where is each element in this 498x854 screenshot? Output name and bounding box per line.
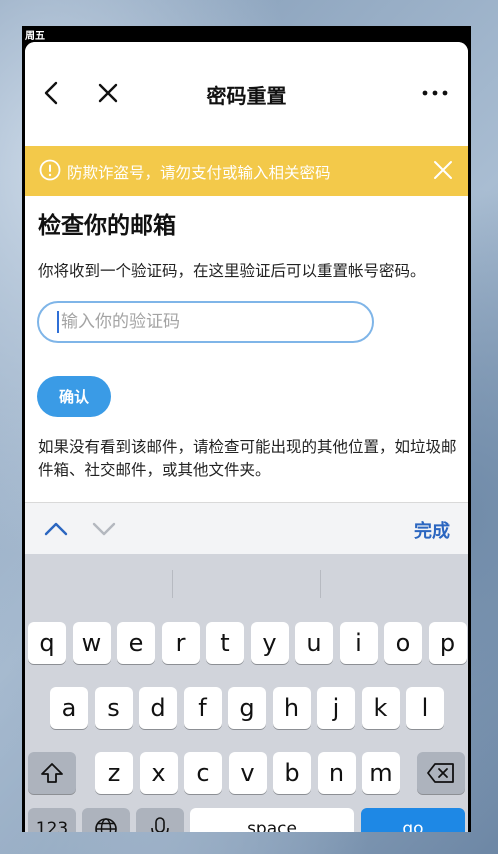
page-title: 密码重置	[206, 84, 287, 108]
confirm-button[interactable]: 确认	[37, 376, 111, 417]
key-y[interactable]: y	[250, 622, 289, 664]
key-c[interactable]: c	[184, 752, 222, 794]
key-d[interactable]: d	[139, 687, 177, 729]
warning-text: 防欺诈盗号，请勿支付或输入相关密码	[67, 164, 331, 182]
status-bar: 周五	[22, 26, 471, 42]
key-e[interactable]: e	[117, 622, 155, 664]
space-key[interactable]: space	[190, 808, 354, 832]
key-i[interactable]: i	[339, 622, 378, 664]
key-l[interactable]: l	[406, 687, 444, 729]
suggestion-bar	[25, 554, 468, 599]
key-h[interactable]: h	[272, 687, 311, 729]
chevron-up-icon[interactable]	[43, 517, 69, 541]
verification-code-input[interactable]	[37, 301, 374, 343]
anti-fraud-warning-banner: 防欺诈盗号，请勿支付或输入相关密码	[25, 146, 468, 196]
close-banner-icon[interactable]	[432, 159, 454, 181]
suggestion-divider	[172, 570, 173, 598]
globe-icon[interactable]	[82, 808, 130, 832]
go-key[interactable]: go	[361, 808, 465, 832]
key-x[interactable]: x	[139, 752, 178, 794]
shift-key[interactable]	[28, 752, 76, 794]
on-screen-keyboard: 123 space go qwertyuiop asdfghjkl zxcvbnm	[25, 554, 468, 832]
key-o[interactable]: o	[384, 622, 422, 664]
key-b[interactable]: b	[273, 752, 311, 794]
key-n[interactable]: n	[317, 752, 356, 794]
warning-circle-icon	[39, 159, 61, 181]
backspace-key[interactable]	[417, 752, 465, 794]
description-text: 你将收到一个验证码，在这里验证后可以重置帐号密码。	[38, 262, 426, 280]
microphone-icon[interactable]	[136, 808, 184, 832]
app-screen: 密码重置 防欺诈盗号，请勿支付或输入相关密码 检查你的邮箱 你将收到一个验证码，…	[25, 42, 468, 832]
key-g[interactable]: g	[228, 687, 266, 729]
key-t[interactable]: t	[206, 622, 244, 664]
hint-text: 如果没有看到该邮件，请检查可能出现的其他位置，如垃圾邮件箱、社交邮件，或其他文件…	[38, 438, 457, 479]
chevron-down-icon[interactable]	[91, 517, 117, 541]
key-z[interactable]: z	[95, 752, 133, 794]
status-day: 周五	[25, 31, 45, 42]
key-u[interactable]: u	[295, 622, 333, 664]
more-horizontal-icon[interactable]	[420, 78, 450, 108]
key-j[interactable]: j	[317, 687, 355, 729]
key-s[interactable]: s	[94, 687, 133, 729]
key-w[interactable]: w	[72, 622, 111, 664]
done-button[interactable]: 完成	[414, 517, 450, 543]
phone-frame: 周五 密码重置 防欺诈盗号，请勿支付或输入相关密码 检查你的邮箱 你将收到一个验…	[22, 26, 471, 832]
key-q[interactable]: q	[28, 622, 66, 664]
key-a[interactable]: a	[50, 687, 88, 729]
key-p[interactable]: p	[428, 622, 467, 664]
key-r[interactable]: r	[161, 622, 200, 664]
text-caret	[57, 311, 59, 333]
section-heading: 检查你的邮箱	[38, 213, 176, 239]
key-m[interactable]: m	[362, 752, 400, 794]
navigation-bar: 密码重置	[25, 42, 468, 146]
keyboard-accessory-bar: 完成	[25, 502, 468, 554]
numbers-key[interactable]: 123	[28, 808, 76, 832]
key-k[interactable]: k	[361, 687, 400, 729]
key-v[interactable]: v	[228, 752, 267, 794]
key-f[interactable]: f	[183, 687, 222, 729]
suggestion-divider	[320, 570, 321, 598]
